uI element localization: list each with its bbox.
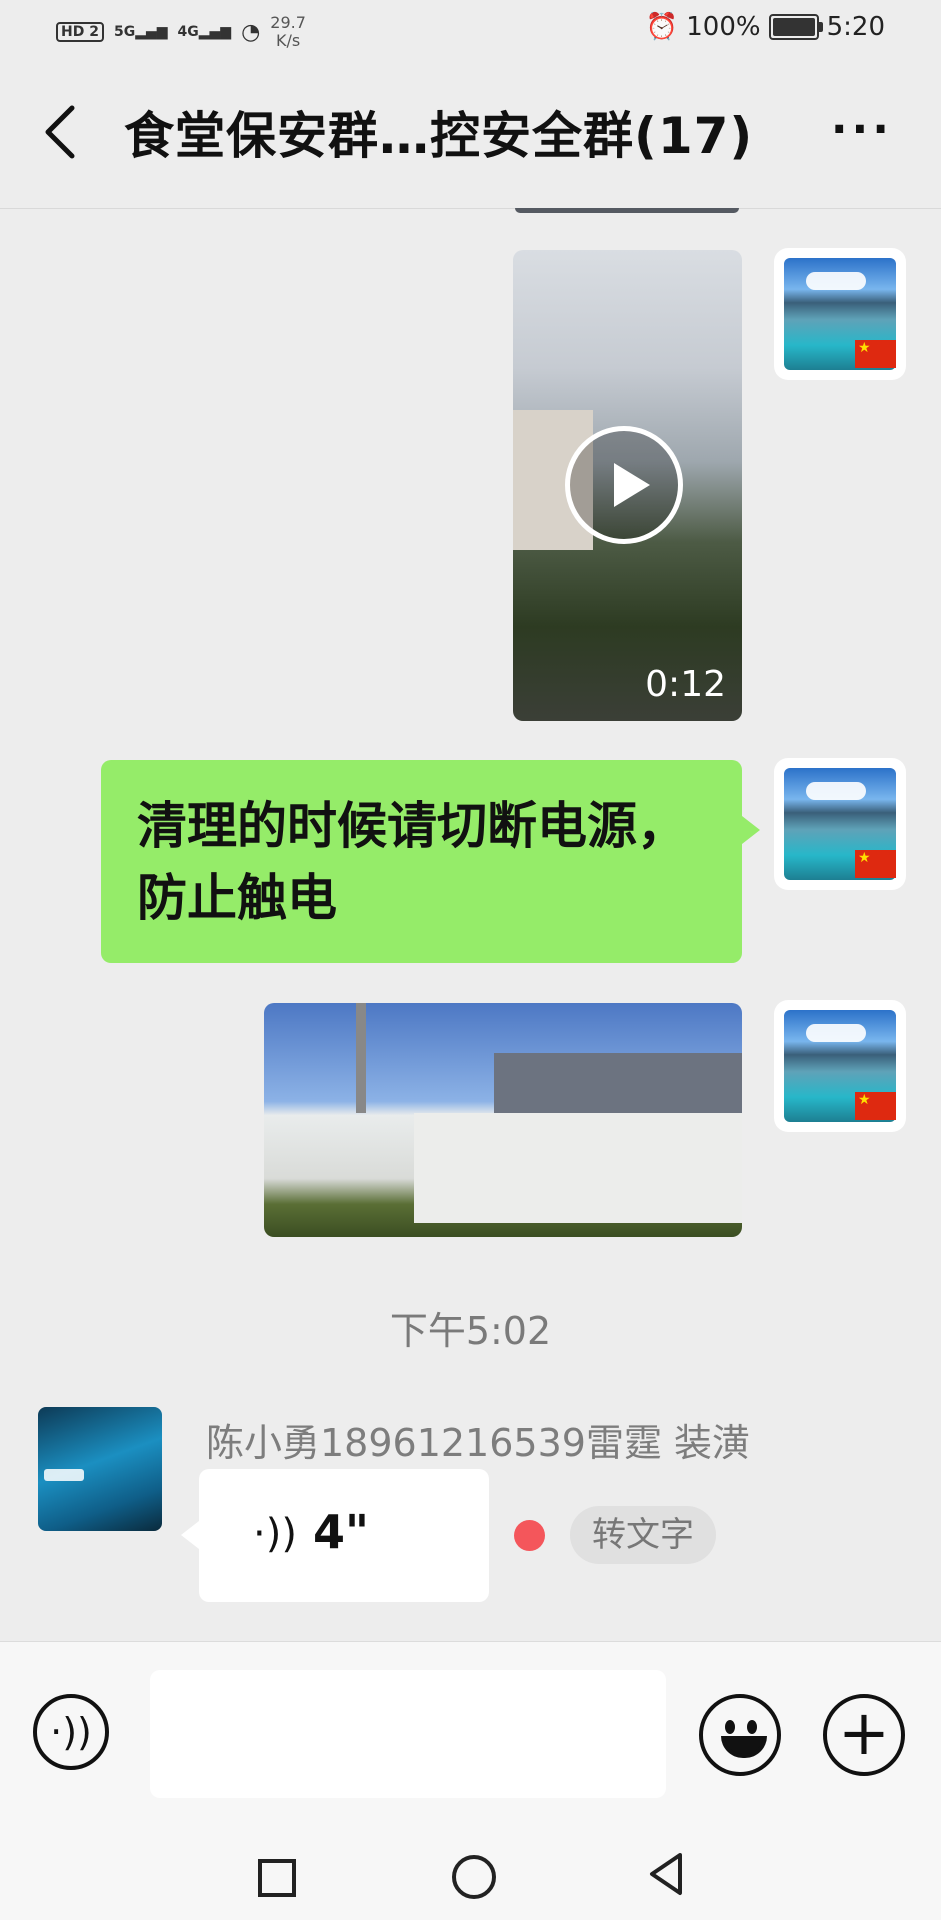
system-nav-bar xyxy=(0,1801,941,1920)
plus-icon: + xyxy=(838,1696,890,1769)
hd-badge: HD 2 xyxy=(56,22,104,42)
chat-timestamp: 下午5:02 xyxy=(389,1309,552,1353)
voice-duration: 4" xyxy=(313,1505,369,1559)
nav-back-icon[interactable] xyxy=(646,1851,686,1897)
image-message[interactable] xyxy=(264,1003,742,1237)
voice-input-button[interactable]: ·)) xyxy=(33,1694,109,1770)
signal-5g-icon: 5G▂▄▆ xyxy=(113,24,168,40)
voice-message-bubble[interactable]: ·)) 4" xyxy=(181,1469,489,1602)
network-speed: 29.7 K/s xyxy=(270,13,306,50)
plus-button[interactable]: + xyxy=(823,1694,905,1776)
back-icon xyxy=(45,105,75,159)
play-icon[interactable] xyxy=(565,426,683,544)
sender-name: 陈小勇18961216539雷霆 装潢 xyxy=(206,1421,751,1465)
flag-icon: ★ xyxy=(855,1092,896,1120)
nav-recents-icon[interactable] xyxy=(258,1859,296,1897)
more-icon: ··· xyxy=(830,104,893,155)
nav-home-icon[interactable] xyxy=(452,1855,496,1899)
voice-icon: ·)) xyxy=(253,1511,297,1557)
emoji-button[interactable] xyxy=(699,1694,781,1776)
wifi-icon: ◔ xyxy=(241,19,261,45)
chat-title[interactable]: 食堂保安群…控安全群(17) xyxy=(124,96,753,168)
input-bar: ·)) + xyxy=(0,1641,941,1802)
message-input[interactable] xyxy=(150,1670,666,1798)
status-left: HD 2 5G▂▄▆ 4G▂▄▆ ◔ 29.7 K/s xyxy=(56,14,306,50)
previous-message-edge xyxy=(515,208,739,213)
avatar[interactable]: ★ xyxy=(778,1004,902,1128)
chat-header: 食堂保安群…控安全群(17) ··· xyxy=(0,62,941,209)
back-button[interactable] xyxy=(34,102,94,162)
sender-avatar[interactable] xyxy=(38,1407,162,1531)
convert-to-text-button[interactable]: 转文字 xyxy=(570,1506,716,1564)
avatar[interactable]: ★ xyxy=(778,762,902,886)
status-right: ⏰ 100% 5:20 xyxy=(646,12,885,42)
battery-icon xyxy=(768,14,823,40)
avatar[interactable]: ★ xyxy=(778,252,902,376)
voice-icon: ·)) xyxy=(50,1710,92,1754)
battery-percent: 100% xyxy=(686,12,761,42)
flag-icon: ★ xyxy=(855,340,896,368)
signal-4g-icon: 4G▂▄▆ xyxy=(177,24,232,40)
flag-icon: ★ xyxy=(855,850,896,878)
more-button[interactable]: ··· xyxy=(831,104,893,155)
video-duration: 0:12 xyxy=(645,664,726,705)
status-bar: HD 2 5G▂▄▆ 4G▂▄▆ ◔ 29.7 K/s ⏰ 100% 5:20 xyxy=(0,0,941,62)
text-message-bubble[interactable]: 清理的时候请切断电源，防止触电 xyxy=(101,760,760,963)
video-message[interactable]: 0:12 xyxy=(513,250,742,721)
clock: 5:20 xyxy=(826,12,885,42)
alarm-icon: ⏰ xyxy=(645,12,679,42)
unread-dot xyxy=(514,1520,545,1551)
